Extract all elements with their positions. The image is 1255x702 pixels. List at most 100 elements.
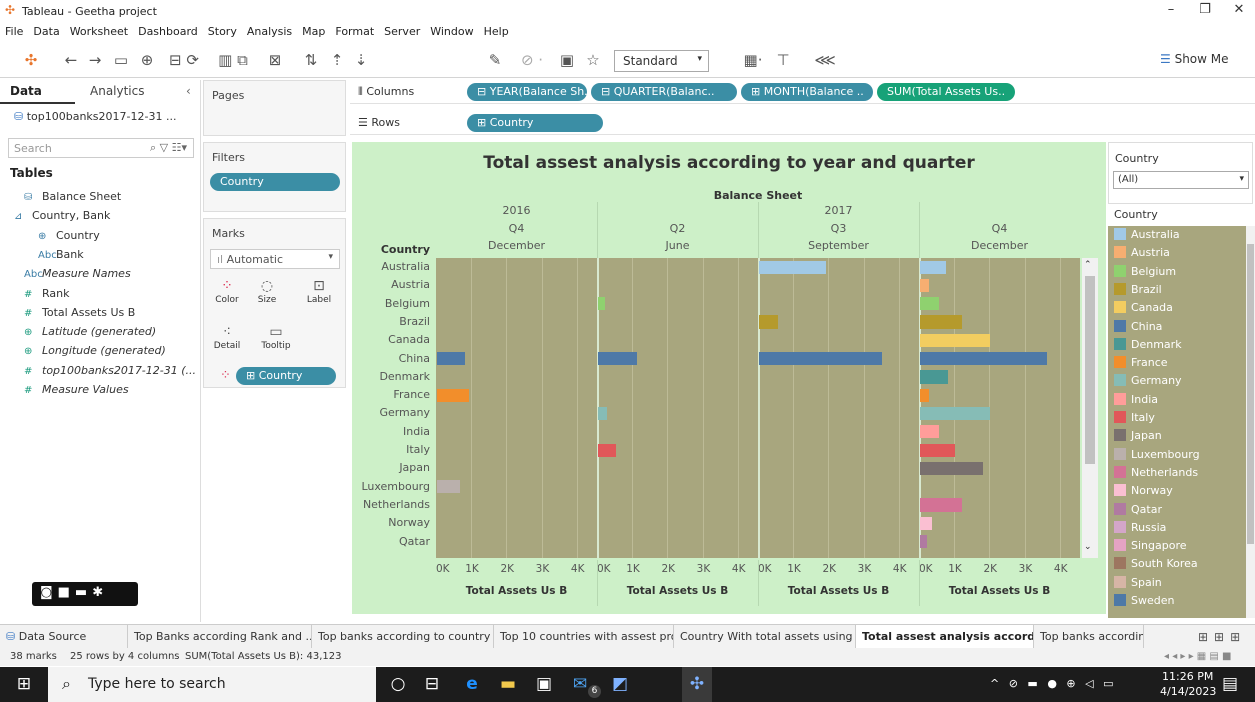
bar-italy-1[interactable]	[598, 443, 616, 457]
sheet-tab-0[interactable]: ⛁ Data Source	[0, 625, 128, 648]
close-button[interactable]: ✕	[1224, 2, 1254, 20]
legend-item-australia[interactable]: Australia	[1114, 228, 1180, 246]
rows-shelf[interactable]: ☰ Rows ⊞ Country	[350, 111, 1255, 135]
video-icon[interactable]: ■	[58, 585, 75, 600]
new-worksheet-icon[interactable]: ▥ ⧉	[208, 50, 258, 70]
menu-window[interactable]: Window	[425, 22, 478, 38]
field-country[interactable]: ⊕ Country	[38, 229, 100, 242]
new-datasource-icon[interactable]: ⊕	[136, 50, 158, 70]
bar-china-3[interactable]	[920, 352, 1047, 366]
label-icon[interactable]: ▣	[556, 50, 578, 70]
menu-story[interactable]: Story	[203, 22, 242, 38]
sheet-tab-4[interactable]: Country With total assets using f...	[674, 625, 856, 648]
bar-austria-3[interactable]	[920, 278, 929, 293]
bar-germany-1[interactable]	[598, 406, 607, 421]
filters-card[interactable]: Filters Country	[203, 142, 346, 212]
legend-item-singapore[interactable]: Singapore	[1114, 539, 1187, 557]
settings-icon[interactable]: ✱	[92, 585, 108, 600]
legend-item-russia[interactable]: Russia	[1114, 520, 1166, 539]
size-button[interactable]: ◌ Size	[252, 277, 282, 305]
show-me-button[interactable]: ☰ Show Me	[1160, 52, 1229, 66]
label-button[interactable]: ⊡ Label	[304, 277, 334, 305]
tab-data[interactable]: Data	[0, 80, 42, 102]
window-icon[interactable]: ▬	[75, 585, 92, 600]
column-pill-year[interactable]: ⊟ YEAR(Balance Sh..	[467, 83, 587, 101]
legend-item-spain[interactable]: Spain	[1114, 575, 1162, 594]
menu-data[interactable]: Data	[28, 22, 64, 38]
bar-brazil-2[interactable]	[759, 315, 779, 329]
scroll-up-icon[interactable]: ⌃	[1084, 260, 1092, 270]
sheet-nav-icons[interactable]: ◂ ◂ ▸ ▸ ▦ ▤ ■	[1164, 651, 1232, 662]
row-pill-country[interactable]: ⊞ Country	[467, 114, 603, 132]
bar-italy-3[interactable]	[920, 443, 956, 457]
legend-item-brazil[interactable]: Brazil	[1114, 282, 1162, 301]
field-balance-sheet[interactable]: ⛁ Balance Sheet	[24, 190, 121, 203]
show-cards-icon[interactable]: ▦·	[738, 50, 768, 70]
marks-pill-country[interactable]: ⊞ Country	[236, 367, 336, 385]
system-tray-icons[interactable]: ^ ⊘ ▬ ● ⊕ ◁ ▭	[990, 677, 1116, 690]
field-measure-values[interactable]: # Measure Values	[24, 383, 129, 396]
legend-item-norway[interactable]: Norway	[1114, 484, 1173, 502]
back-icon[interactable]: ←	[60, 50, 82, 70]
field-country-bank[interactable]: ⊿ Country, Bank	[14, 209, 110, 222]
sheet-tab-5[interactable]: Total assest analysis accordin...	[856, 625, 1034, 648]
legend-scroll-thumb[interactable]	[1247, 244, 1254, 544]
legend-scrollbar[interactable]	[1246, 226, 1255, 618]
bar-luxembourg-0[interactable]	[437, 480, 460, 494]
sort-ascending-icon[interactable]: ⇡	[326, 50, 348, 70]
bar-china-2[interactable]	[759, 352, 883, 366]
sheet-tab-1[interactable]: Top Banks according Rank and ...	[128, 625, 312, 648]
columns-shelf[interactable]: ⦀ Columns ⊟ YEAR(Balance Sh.. ⊟ QUARTER(…	[350, 80, 1255, 104]
color-legend[interactable]: Australia Austria Belgium Brazil Canada China…	[1108, 226, 1246, 618]
field-latitude-generated-[interactable]: ⊕ Latitude (generated)	[24, 325, 156, 338]
app-icon[interactable]: ◩	[608, 674, 632, 694]
task-view-icon[interactable]: ⊟	[420, 674, 444, 694]
country-filter-dropdown[interactable]: (All) ▾	[1113, 171, 1249, 189]
sort-descending-icon[interactable]: ⇣	[350, 50, 372, 70]
legend-item-denmark[interactable]: Denmark	[1114, 337, 1182, 356]
legend-item-japan[interactable]: Japan	[1114, 429, 1162, 447]
field-measure-names[interactable]: AbcMeasure Names	[24, 267, 131, 280]
sheet-tab-6[interactable]: Top banks according to	[1034, 625, 1144, 648]
store-icon[interactable]: ▣	[532, 674, 556, 694]
legend-item-qatar[interactable]: Qatar	[1114, 502, 1162, 521]
minimize-button[interactable]: –	[1156, 2, 1186, 20]
legend-item-netherlands[interactable]: Netherlands	[1114, 465, 1198, 484]
camera-icon[interactable]: ◙	[40, 585, 58, 600]
bar-netherlands-3[interactable]	[920, 498, 963, 512]
menu-format[interactable]: Format	[330, 22, 379, 38]
legend-item-italy[interactable]: Italy	[1114, 411, 1155, 429]
file-explorer-icon[interactable]: ▬	[496, 674, 520, 694]
field-longitude-generated-[interactable]: ⊕ Longitude (generated)	[24, 344, 166, 357]
detail-button[interactable]: ⁖ Detail	[212, 323, 242, 351]
bar-brazil-3[interactable]	[920, 315, 963, 329]
windows-start-icon[interactable]: ⊞	[12, 674, 36, 694]
search-icon[interactable]: ⌕ ▽ ☷▾	[150, 141, 187, 155]
sheet-tab-2[interactable]: Top banks according to country ...	[312, 625, 494, 648]
bar-japan-3[interactable]	[920, 461, 984, 476]
legend-item-belgium[interactable]: Belgium	[1114, 264, 1176, 283]
bar-australia-2[interactable]	[759, 260, 826, 274]
column-pill-sum-total-assets[interactable]: SUM(Total Assets Us..	[877, 83, 1015, 101]
presentation-icon[interactable]: ⊤	[772, 50, 794, 70]
menu-map[interactable]: Map	[297, 22, 330, 38]
field-total-assets-us-b[interactable]: # Total Assets Us B	[24, 306, 135, 319]
vertical-scrollbar[interactable]: ⌃ ⌄	[1082, 258, 1098, 558]
pause-updates-icon[interactable]: ⊟ ⟳	[164, 50, 204, 70]
restore-button[interactable]: ❐	[1190, 2, 1220, 20]
menu-help[interactable]: Help	[479, 22, 514, 38]
tableau-taskbar-icon[interactable]: ✣	[682, 667, 712, 702]
field-rank[interactable]: # Rank	[24, 287, 69, 300]
color-button[interactable]: ⁘ Color	[212, 277, 242, 305]
column-pill-quarter[interactable]: ⊟ QUARTER(Balanc..	[591, 83, 737, 101]
highlight-icon[interactable]: ✎	[484, 50, 506, 70]
bar-india-3[interactable]	[920, 425, 940, 439]
legend-item-germany[interactable]: Germany	[1114, 374, 1182, 392]
menu-server[interactable]: Server	[379, 22, 425, 38]
save-icon[interactable]: ▭	[110, 50, 132, 70]
field-bank[interactable]: AbcBank	[38, 248, 84, 261]
scroll-down-icon[interactable]: ⌄	[1084, 542, 1092, 552]
field-search-input[interactable]: Search ⌕ ▽ ☷▾	[8, 138, 194, 158]
pin-icon[interactable]: ☆	[582, 50, 604, 70]
menu-dashboard[interactable]: Dashboard	[133, 22, 203, 38]
